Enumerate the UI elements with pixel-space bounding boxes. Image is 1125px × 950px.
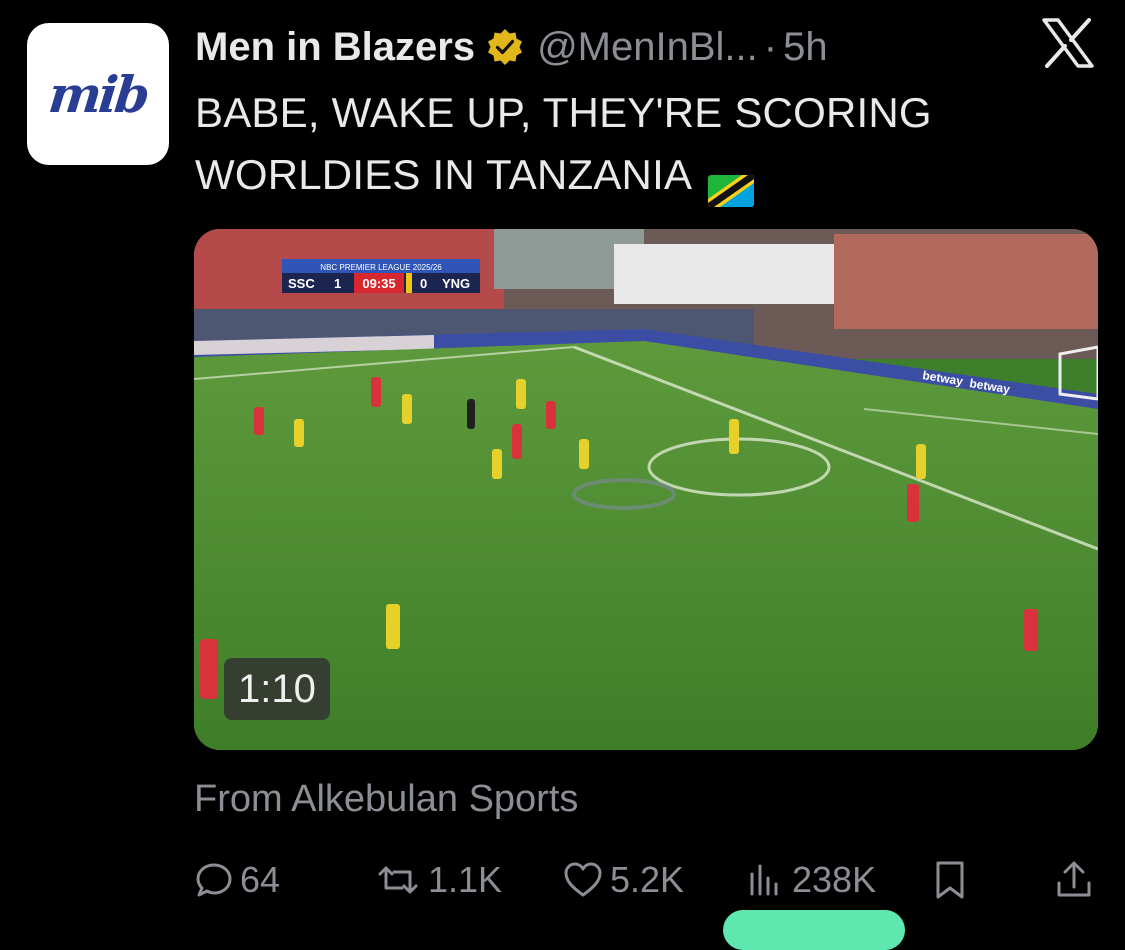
share-icon — [1054, 859, 1094, 901]
reply-icon — [194, 860, 234, 900]
views-button[interactable]: 238K — [746, 856, 876, 904]
analytics-bar-icon — [746, 860, 786, 900]
share-button[interactable] — [1054, 856, 1094, 904]
separator-dot: · — [763, 24, 778, 69]
timestamp[interactable]: 5h — [783, 25, 828, 70]
avatar[interactable]: mib — [27, 23, 169, 165]
tweet-text: BABE, WAKE UP, THEY'RE SCORING WORLDIES … — [195, 82, 1075, 207]
repost-icon — [374, 860, 422, 900]
highlight-marker — [723, 910, 905, 950]
like-button[interactable]: 5.2K — [562, 856, 684, 904]
scoreboard-home-team: SSC — [288, 276, 315, 291]
scoreboard-home-score: 1 — [334, 276, 341, 291]
video-source-attribution[interactable]: From Alkebulan Sports — [194, 778, 578, 821]
avatar-logo-text: mib — [45, 64, 151, 124]
views-count: 238K — [792, 859, 877, 900]
like-count: 5.2K — [610, 859, 685, 900]
heart-icon — [562, 860, 604, 900]
scoreboard-away-team: YNG — [442, 276, 470, 291]
scoreboard-league: NBC PREMIER LEAGUE 2025/26 — [320, 263, 442, 272]
repost-count: 1.1K — [428, 859, 503, 900]
bookmark-button[interactable] — [932, 856, 968, 904]
author-handle[interactable]: @MenInBl... — [537, 25, 758, 70]
tweet-header: Men in Blazers @MenInBl... · 5h — [195, 22, 828, 72]
video-player[interactable]: NBC PREMIER LEAGUE 2025/26 SSC 1 09:35 0… — [194, 229, 1098, 750]
verified-badge-icon[interactable] — [485, 27, 525, 67]
tweet-body: BABE, WAKE UP, THEY'RE SCORING WORLDIES … — [195, 89, 932, 198]
video-duration-badge: 1:10 — [224, 658, 330, 720]
bookmark-icon — [932, 859, 968, 901]
tanzania-flag-icon — [707, 162, 754, 207]
x-logo-icon — [1042, 18, 1094, 68]
scoreboard-away-score: 0 — [420, 276, 427, 291]
scoreboard-clock: 09:35 — [362, 276, 395, 291]
repost-button[interactable]: 1.1K — [374, 856, 502, 904]
reply-button[interactable]: 64 — [194, 856, 280, 904]
author-name[interactable]: Men in Blazers — [195, 25, 475, 70]
tweet-actions-bar: 64 1.1K 5.2K 238K — [194, 856, 1094, 904]
reply-count: 64 — [240, 859, 281, 900]
